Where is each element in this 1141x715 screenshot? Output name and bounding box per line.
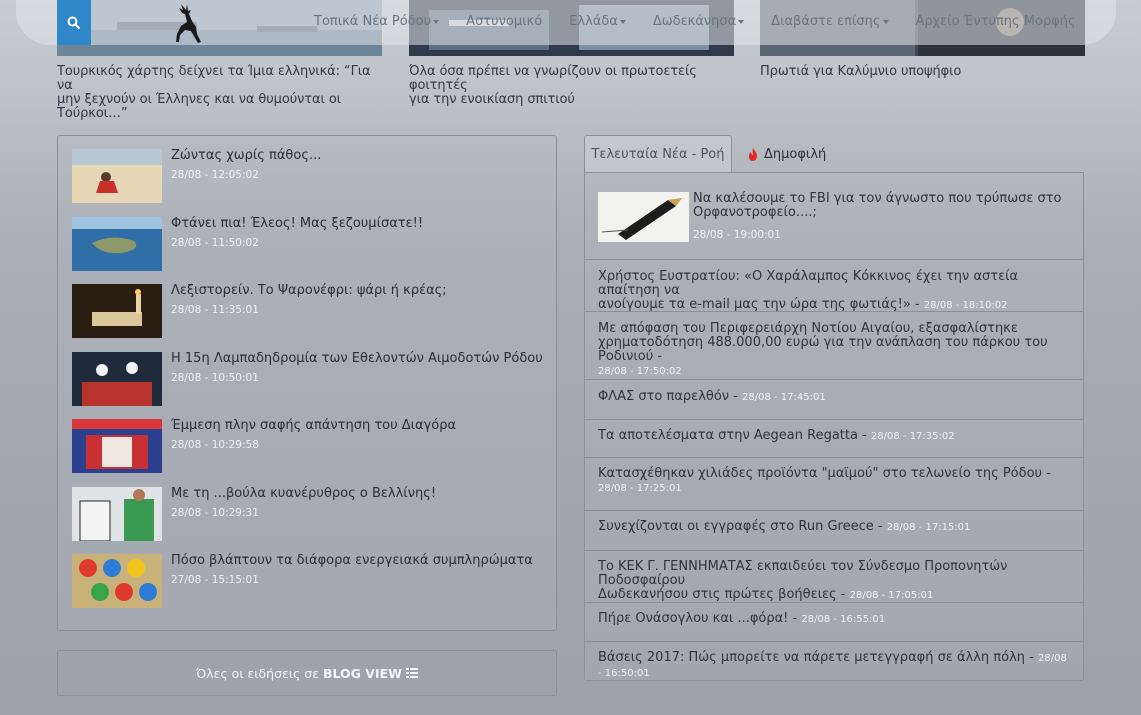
feed-date: 28/08 - 17:15:01 (886, 522, 971, 533)
feed-date: 28/08 - 17:50:02 (598, 366, 682, 377)
feed-title[interactable]: Δωδεκανήσου στις πρώτες βοήθειες - (598, 587, 850, 602)
news-date: 28/08 - 11:35:01 (171, 304, 259, 316)
feed-title[interactable]: χρηματοδότηση 488.000,00 ευρώ για την αν… (598, 335, 1048, 364)
blog-view-label: BLOG VIEW (323, 665, 402, 681)
caret-down-icon (619, 19, 626, 24)
featured-title[interactable]: Όλα όσα πρέπει να γνωρίζουν οι πρωτοετεί… (409, 65, 729, 107)
news-thumbnail[interactable] (72, 554, 162, 608)
feed-title[interactable]: Κατασχέθηκαν χιλιάδες προϊόντα "μαϊμού" … (598, 466, 1051, 481)
news-date: 28/08 - 10:29:58 (171, 439, 259, 451)
nav-item-print-archive[interactable]: Αρχείο Έντυπης Μορφής (916, 14, 1076, 29)
news-thumbnail[interactable] (72, 284, 162, 338)
news-title[interactable]: Η 15η Λαμπαδηδρομία των Εθελοντών Αιμοδο… (171, 351, 543, 366)
nav-item-dodecanese[interactable]: Δωδεκάνησα (653, 14, 745, 29)
news-thumbnail[interactable] (72, 149, 162, 203)
feed-title[interactable]: Να καλέσουμε το FBI για τον άγνωστο που … (693, 192, 1073, 220)
feed-date: 28/08 - 17:35:02 (870, 431, 955, 442)
news-title[interactable]: Φτάνει πια! Έλεος! Μας ξεζουμίσατε!! (171, 216, 423, 231)
feed-date: 28/08 - 17:45:01 (742, 392, 826, 403)
caret-down-icon (738, 19, 745, 24)
feed-item[interactable]: Συνεχίζονται οι εγγραφές στο Run Greece … (585, 511, 1083, 551)
list-item[interactable]: Πόσο βλάπτουν τα διάφορα ενεργειακά συμπ… (72, 553, 542, 608)
fire-icon (749, 147, 757, 161)
feed-date: 28/08 - 19:00:01 (693, 229, 781, 241)
list-icon (405, 668, 418, 678)
news-list-panel: Ζώντας χωρίς πάθος... 28/08 - 12:05:02 Φ… (57, 135, 557, 631)
news-date: 28/08 - 11:50:02 (171, 237, 259, 249)
feed-thumbnail[interactable] (598, 192, 689, 242)
featured-title[interactable]: Τουρκικός χάρτης δείχνει τα Ίμια ελληνικ… (57, 65, 377, 121)
news-date: 28/08 - 10:29:31 (171, 507, 259, 519)
feed-title[interactable]: Συνεχίζονται οι εγγραφές στο Run Greece … (598, 519, 887, 534)
caret-down-icon (882, 19, 889, 24)
nav-item-local-news[interactable]: Τοπικά Νέα Ρόδου (314, 14, 440, 29)
news-title[interactable]: Πόσο βλάπτουν τα διάφορα ενεργειακά συμπ… (171, 553, 533, 568)
feed-title[interactable]: Το ΚΕΚ Γ. ΓΕΝΝΗΜΑΤΑΣ εκπαιδεύει τον Σύνδ… (598, 559, 1007, 588)
list-item[interactable]: Έμμεση πλην σαφής απάντηση του Διαγόρα 2… (72, 418, 542, 473)
nav-item-read-also[interactable]: Διαβάστε επίσης (771, 14, 889, 29)
blog-view-link[interactable]: Όλες οι ειδήσεις σε BLOG VIEW (57, 650, 557, 696)
caret-down-icon (433, 19, 440, 24)
tab-popular[interactable]: Δημοφιλή (747, 135, 867, 173)
search-icon (67, 16, 81, 29)
feed-item[interactable]: Χρήστος Ευστρατίου: «Ο Χαράλαμπος Κόκκιν… (585, 260, 1083, 312)
news-thumbnail[interactable] (72, 352, 162, 406)
nav-item-police[interactable]: Αστυνομικό (466, 14, 542, 29)
list-item[interactable]: Ζώντας χωρίς πάθος... 28/08 - 12:05:02 (72, 148, 542, 203)
list-item[interactable]: Η 15η Λαμπαδηδρομία των Εθελοντών Αιμοδο… (72, 351, 543, 406)
feed-item[interactable]: ΦΛΑΣ στο παρελθόν - 28/08 - 17:45:01 (585, 380, 1083, 420)
news-title[interactable]: Έμμεση πλην σαφής απάντηση του Διαγόρα (171, 418, 456, 433)
news-date: 27/08 - 15:15:01 (171, 574, 259, 586)
feed-date: 28/08 - 17:05:01 (849, 590, 934, 601)
list-item[interactable]: Λεξιστορείν. Το Ψαρονέφρι: ψάρι ή κρέας;… (72, 283, 542, 338)
tab-latest-news[interactable]: Τελευταία Νέα - Ροή (584, 135, 732, 173)
news-title[interactable]: Ζώντας χωρίς πάθος... (171, 148, 321, 163)
feed-title[interactable]: Με απόφαση του Περιφερειάρχη Νοτίου Αιγα… (598, 321, 1018, 336)
feed-date: 28/08 - 17:25:01 (598, 483, 682, 494)
main-nav: Τοπικά Νέα Ρόδου Αστυνομικό Ελλάδα Δωδεκ… (314, 14, 1103, 29)
search-button[interactable] (57, 0, 91, 45)
list-item[interactable]: Φτάνει πια! Έλεος! Μας ξεζουμίσατε!! 28/… (72, 216, 542, 271)
feed-title[interactable]: Τα αποτελέσματα στην Aegean Regatta - (598, 428, 871, 443)
feed-title[interactable]: Βάσεις 2017: Πώς μπορείτε να πάρετε μετε… (598, 650, 1038, 665)
feed-title[interactable]: Χρήστος Ευστρατίου: «Ο Χαράλαμπος Κόκκιν… (598, 269, 1018, 298)
feed-item[interactable]: Να καλέσουμε το FBI για τον άγνωστο που … (585, 173, 1083, 260)
deer-logo-icon (176, 4, 201, 43)
feed-date: 28/08 - 18:10:02 (923, 300, 1008, 311)
feed-item[interactable]: Κατασχέθηκαν χιλιάδες προϊόντα "μαϊμού" … (585, 458, 1083, 511)
news-thumbnail[interactable] (72, 487, 162, 541)
news-title[interactable]: Με τη ...βούλα κυανέρυθρος ο Βελλίνης! (171, 486, 436, 501)
news-thumbnail[interactable] (72, 217, 162, 271)
site-logo[interactable] (167, 0, 207, 45)
feed-date: 28/08 - 16:55:01 (801, 614, 886, 625)
news-title[interactable]: Λεξιστορείν. Το Ψαρονέφρι: ψάρι ή κρέας; (171, 283, 447, 298)
news-date: 28/08 - 10:50:01 (171, 372, 259, 384)
feed-item[interactable]: Το ΚΕΚ Γ. ΓΕΝΝΗΜΑΤΑΣ εκπαιδεύει τον Σύνδ… (585, 551, 1083, 603)
feed-title[interactable]: ανοίγουμε τα e-mail μας την ώρα της φωτι… (598, 297, 924, 312)
news-feed-panel: Να καλέσουμε το FBI για τον άγνωστο που … (584, 172, 1084, 681)
news-date: 28/08 - 12:05:02 (171, 169, 259, 181)
list-item[interactable]: Με τη ...βούλα κυανέρυθρος ο Βελλίνης! 2… (72, 486, 542, 541)
feed-item[interactable]: Με απόφαση του Περιφερειάρχη Νοτίου Αιγα… (585, 312, 1083, 380)
featured-title[interactable]: Πρωτιά για Καλύμνιο υποψήφιο (760, 65, 1080, 79)
nav-item-greece[interactable]: Ελλάδα (569, 14, 626, 29)
blog-view-prefix: Όλες οι ειδήσεις σε (196, 665, 319, 681)
feed-title[interactable]: ΦΛΑΣ στο παρελθόν - (598, 389, 742, 404)
feed-item[interactable]: Τα αποτελέσματα στην Aegean Regatta - 28… (585, 420, 1083, 458)
feed-title[interactable]: Πήρε Ονάσογλου και ...φόρα! - (598, 611, 801, 626)
feed-item[interactable]: Βάσεις 2017: Πώς μπορείτε να πάρετε μετε… (585, 642, 1083, 680)
feed-item[interactable]: Πήρε Ονάσογλου και ...φόρα! - 28/08 - 16… (585, 603, 1083, 642)
news-thumbnail[interactable] (72, 419, 162, 473)
